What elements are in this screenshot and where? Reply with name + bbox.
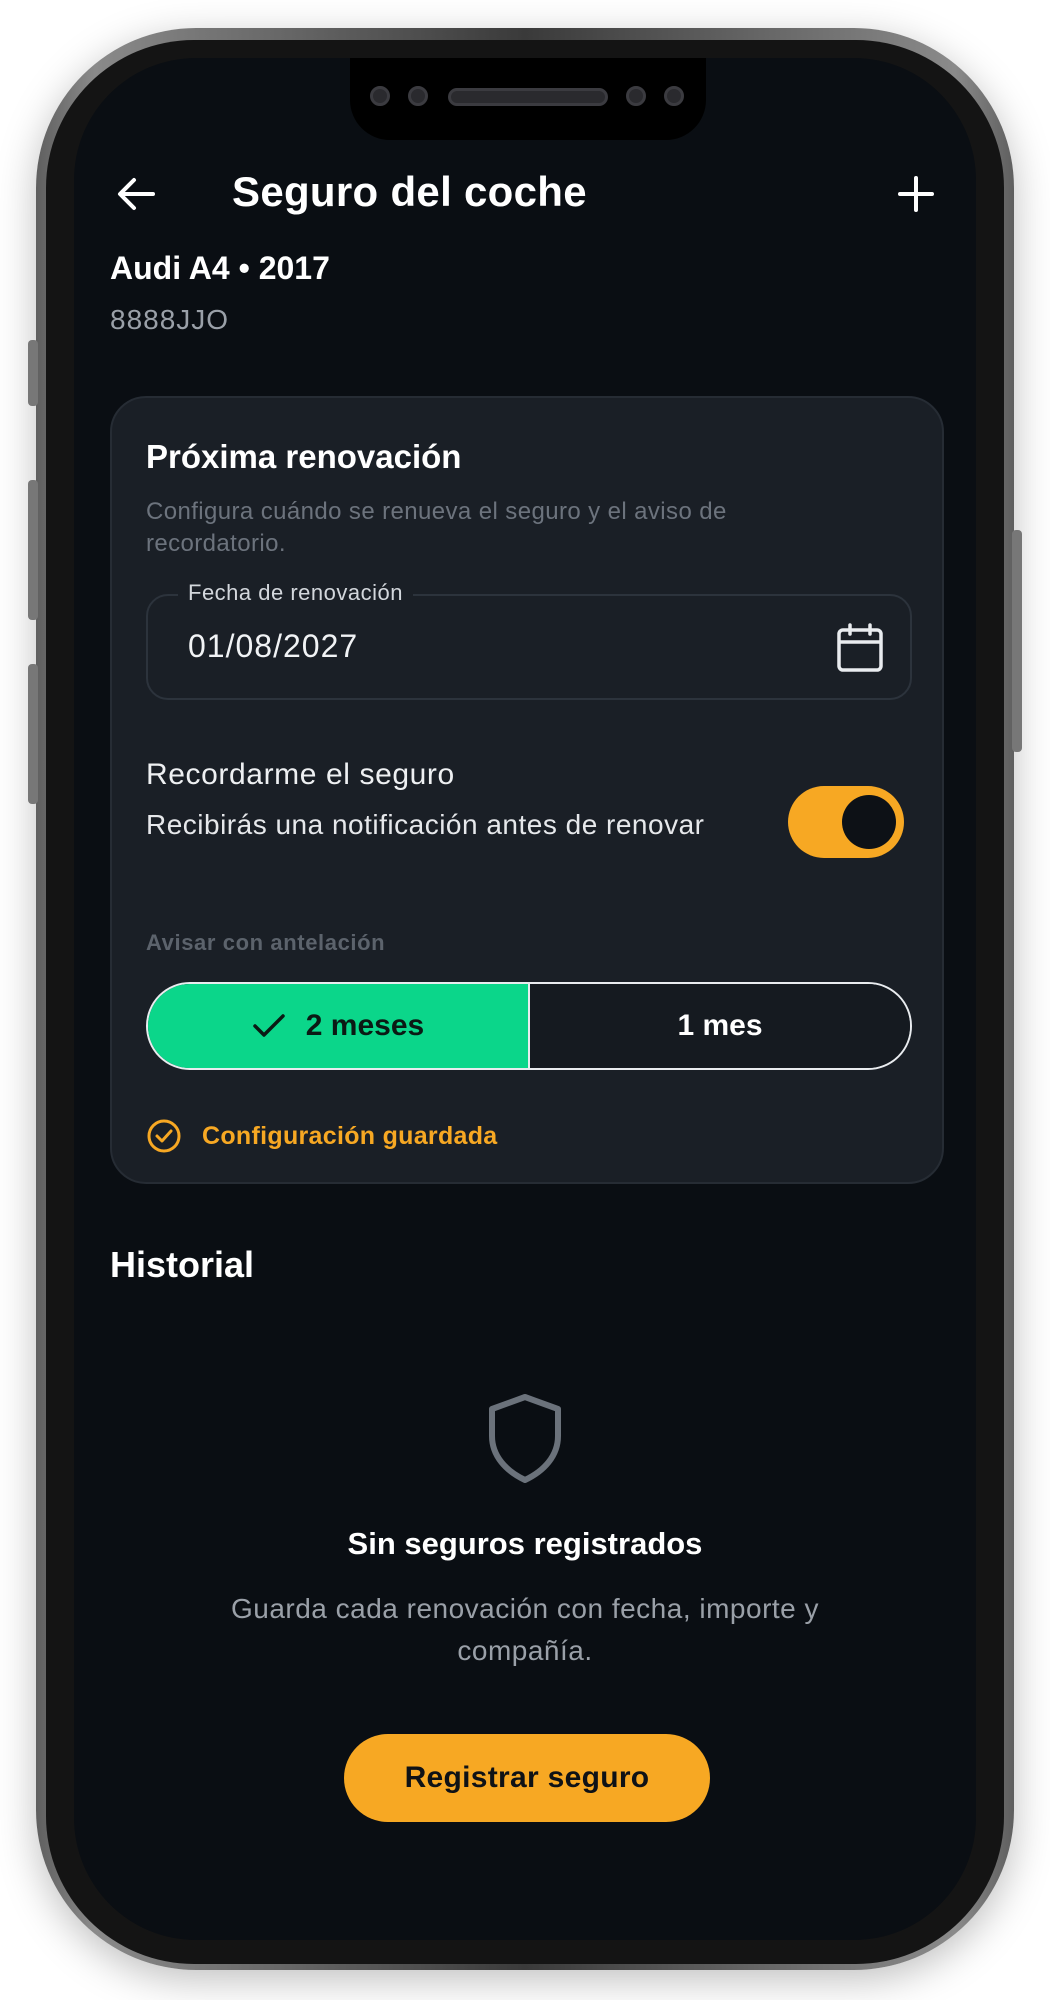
option-1-mes[interactable]: 1 mes — [530, 984, 910, 1068]
advance-segmented-control: 2 meses 1 mes — [146, 982, 912, 1070]
renewal-card: Próxima renovación Configura cuándo se r… — [110, 396, 944, 1184]
renewal-date-field[interactable]: Fecha de renovación 01/08/2027 — [146, 580, 912, 700]
shield-icon — [489, 1394, 561, 1483]
calendar-icon[interactable] — [834, 622, 886, 674]
advance-label: Avisar con antelación — [146, 930, 386, 955]
save-status-text: Configuración guardada — [202, 1121, 498, 1150]
check-circle-icon — [147, 1119, 181, 1153]
arrow-left-icon — [118, 178, 155, 210]
camera-dot — [408, 86, 428, 106]
history-title: Historial — [110, 1244, 255, 1285]
phone-side-button — [28, 480, 38, 620]
date-field-label: Fecha de renovación — [178, 580, 413, 606]
save-status: Configuración guardada — [146, 1118, 498, 1154]
phone-side-button — [1012, 530, 1022, 752]
check-icon — [253, 1014, 285, 1037]
vehicle-name: Audi A4 • 2017 — [110, 250, 330, 286]
vehicle-plate: 8888JJO — [110, 304, 230, 335]
reminder-subtitle: Recibirás una notificación antes de reno… — [146, 809, 705, 840]
card-title: Próxima renovación — [146, 438, 462, 475]
option-label: 2 meses — [305, 1009, 425, 1042]
card-description: Configura cuándo se renueva el seguro y … — [146, 498, 727, 557]
back-button[interactable] — [112, 170, 160, 218]
phone-side-button — [28, 340, 38, 406]
app-header: Seguro del coche — [74, 162, 976, 226]
date-field-value[interactable]: 01/08/2027 — [188, 628, 358, 665]
empty-state-title: Sin seguros registrados — [347, 1526, 703, 1561]
add-button[interactable] — [892, 170, 940, 218]
phone-side-button — [28, 664, 38, 804]
sensor-dot — [370, 86, 390, 106]
empty-state-description: Guarda cada renovación con fecha, import… — [230, 1593, 820, 1666]
reminder-title: Recordarme el seguro — [146, 758, 455, 791]
speaker-grille — [448, 88, 608, 106]
notch — [350, 58, 706, 140]
reminder-toggle[interactable] — [788, 786, 904, 858]
page-title: Seguro del coche — [232, 168, 587, 215]
app-screen: Seguro del coche Audi A4 • 2017 8888JJO … — [74, 58, 976, 1940]
register-insurance-button[interactable]: Registrar seguro — [344, 1734, 710, 1822]
plus-icon — [898, 176, 934, 212]
option-2-meses[interactable]: 2 meses — [148, 984, 530, 1068]
sensor-dot — [664, 86, 684, 106]
sensor-dot — [626, 86, 646, 106]
option-label: 1 mes — [677, 1009, 763, 1042]
toggle-knob — [842, 795, 896, 849]
